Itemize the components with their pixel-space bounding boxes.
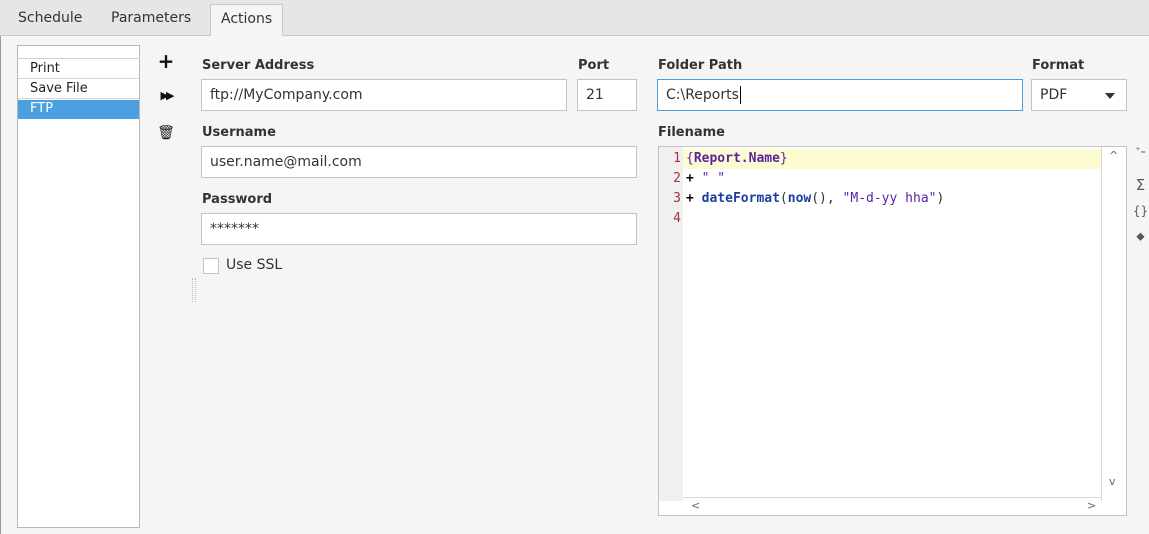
filename-label: Filename — [658, 125, 725, 140]
code-token: now — [787, 191, 812, 206]
scroll-right-icon[interactable]: > — [1087, 499, 1096, 512]
server-address-input[interactable]: ftp://MyCompany.com — [201, 79, 567, 111]
tag-icon[interactable]: ⬥ — [1132, 229, 1149, 244]
use-ssl-label: Use SSL — [226, 257, 283, 273]
code-token: ) — [936, 191, 945, 206]
braces-icon[interactable]: {} — [1132, 204, 1149, 218]
functions-sigma-icon[interactable]: Σ — [1132, 176, 1149, 194]
list-item-print[interactable]: Print — [18, 60, 139, 79]
folder-path-input[interactable]: C:\Reports — [657, 79, 1023, 111]
action-list-header — [17, 45, 140, 59]
folder-path-label: Folder Path — [658, 58, 743, 73]
code-token: dateFormat — [693, 191, 780, 206]
delete-action-icon[interactable]: 🗑 — [156, 123, 176, 143]
insert-property-icon[interactable]: ⁺₌ — [1132, 146, 1149, 157]
folder-path-value: C:\Reports — [666, 87, 739, 103]
use-ssl-checkbox[interactable] — [203, 258, 219, 274]
password-input[interactable]: ******* — [201, 213, 637, 245]
code-token: { — [686, 151, 694, 166]
horizontal-scrollbar[interactable]: < > — [683, 497, 1101, 515]
server-address-label: Server Address — [202, 58, 315, 73]
code-token: + — [686, 191, 694, 206]
scroll-left-icon[interactable]: < — [691, 499, 700, 512]
tab-schedule[interactable]: Schedule — [8, 4, 92, 36]
username-label: Username — [202, 125, 276, 140]
code-token: (), — [811, 191, 843, 206]
format-select[interactable]: PDF — [1031, 79, 1127, 111]
line-number: 3 — [673, 191, 681, 206]
port-input[interactable]: 21 — [577, 79, 637, 111]
text-caret — [739, 86, 741, 104]
code-token: "M-d-yy hha" — [842, 191, 937, 206]
code-line-1: {Report.Name} — [686, 149, 788, 169]
tab-actions[interactable]: Actions — [210, 4, 284, 37]
line-number: 2 — [673, 171, 681, 186]
scroll-up-icon[interactable]: ^ — [1109, 149, 1118, 162]
code-line-3: + dateFormat(now(), "M-d-yy hha") — [686, 189, 944, 209]
line-number: 4 — [673, 211, 681, 226]
tab-parameters[interactable]: Parameters — [101, 4, 201, 36]
password-label: Password — [202, 192, 273, 207]
username-input[interactable]: user.name@mail.com — [201, 146, 637, 178]
run-action-icon[interactable]: ▶▶ — [156, 86, 176, 106]
list-item-save-file[interactable]: Save File — [18, 80, 139, 99]
format-select-value: PDF — [1040, 87, 1068, 103]
port-label: Port — [578, 58, 610, 73]
code-token: } — [779, 151, 788, 166]
code-token: Report.Name — [693, 151, 780, 166]
scroll-down-icon[interactable]: v — [1109, 475, 1116, 488]
format-label: Format — [1032, 58, 1085, 73]
code-line-2: + " " — [686, 169, 725, 189]
list-item-ftp[interactable]: FTP — [18, 100, 139, 119]
chevron-down-icon — [1105, 93, 1115, 99]
add-action-icon[interactable]: + — [156, 51, 176, 71]
code-token: " " — [693, 171, 726, 186]
code-token: ( — [779, 191, 788, 206]
splitter-handle[interactable] — [192, 278, 196, 302]
vertical-scrollbar[interactable]: ^ v — [1101, 147, 1126, 501]
line-number: 1 — [673, 151, 681, 166]
code-token: + — [686, 171, 694, 186]
